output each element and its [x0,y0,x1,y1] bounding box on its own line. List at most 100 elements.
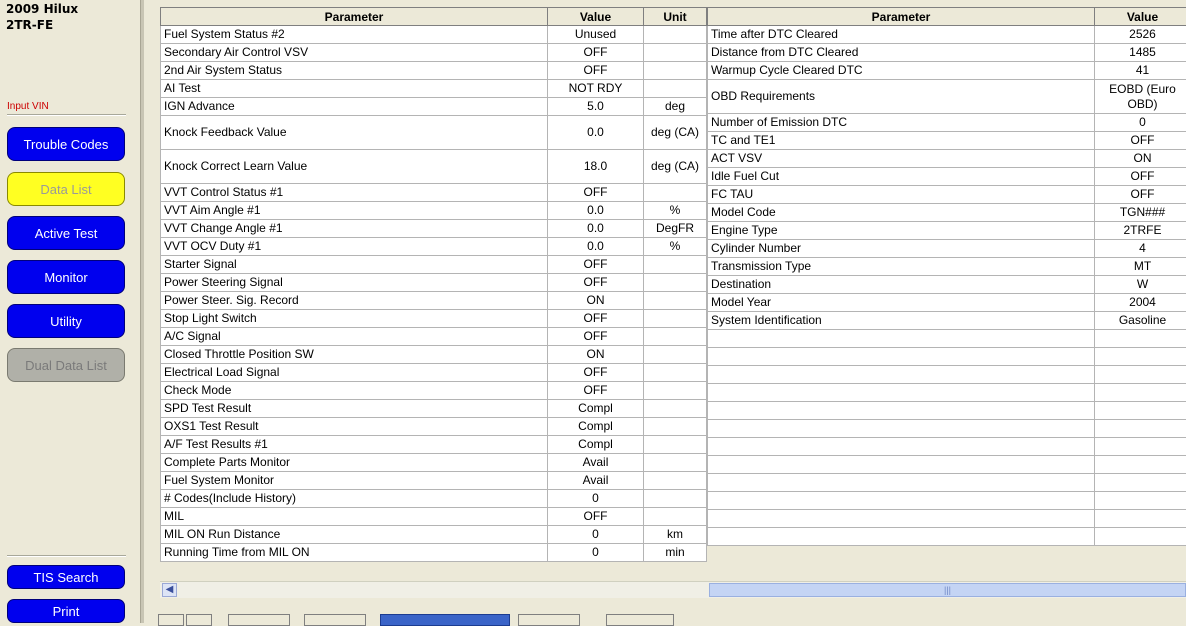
table-row[interactable]: Power Steer. Sig. RecordON [161,292,707,310]
value-cell: 0 [548,526,644,544]
table-row[interactable]: Warmup Cycle Cleared DTC41 [708,62,1186,80]
value-cell: Compl [548,418,644,436]
table-row[interactable]: Knock Feedback Value0.0deg (CA) [161,116,707,150]
tis-search-button[interactable]: TIS Search [7,565,125,589]
table-row[interactable]: OXS1 Test ResultCompl [161,418,707,436]
header-parameter[interactable]: Parameter [708,8,1095,26]
table-row[interactable]: Complete Parts MonitorAvail [161,454,707,472]
table-row[interactable]: # Codes(Include History)0 [161,490,707,508]
header-value[interactable]: Value [548,8,644,26]
table-row[interactable]: Transmission TypeMT [708,258,1186,276]
value-cell: OFF [1095,168,1186,186]
table-row[interactable]: Electrical Load SignalOFF [161,364,707,382]
parameter-cell: Complete Parts Monitor [161,454,548,472]
toolbar-button[interactable] [518,614,580,626]
table-row[interactable]: VVT Change Angle #10.0DegFR [161,220,707,238]
value-cell: 1485 [1095,44,1186,62]
table-row[interactable]: 2nd Air System StatusOFF [161,62,707,80]
parameter-cell: VVT Change Angle #1 [161,220,548,238]
empty-cell [708,456,1095,474]
table-row[interactable]: VVT Aim Angle #10.0% [161,202,707,220]
table-row[interactable]: DestinationW [708,276,1186,294]
horizontal-scrollbar[interactable]: ◀ ||| [160,581,1186,598]
table-row[interactable]: Stop Light SwitchOFF [161,310,707,328]
sidebar-divider[interactable] [140,0,144,623]
unit-cell [644,382,707,400]
toolbar-button[interactable] [606,614,674,626]
table-row[interactable]: OBD RequirementsEOBD (Euro OBD) [708,80,1186,114]
header-parameter[interactable]: Parameter [161,8,548,26]
table-row[interactable]: Check ModeOFF [161,382,707,400]
dual-data-list-button[interactable]: Dual Data List [7,348,125,382]
scroll-thumb[interactable]: ||| [709,583,1186,597]
table-row[interactable]: Engine Type2TRFE [708,222,1186,240]
table-row[interactable]: A/F Test Results #1Compl [161,436,707,454]
monitor-button[interactable]: Monitor [7,260,125,294]
table-row[interactable]: Starter SignalOFF [161,256,707,274]
table-row[interactable]: TC and TE1OFF [708,132,1186,150]
active-test-button[interactable]: Active Test [7,216,125,250]
value-cell: Gasoline [1095,312,1186,330]
value-cell: 2004 [1095,294,1186,312]
table-row[interactable]: Distance from DTC Cleared1485 [708,44,1186,62]
toolbar-button[interactable] [304,614,366,626]
table-row[interactable]: Model CodeTGN### [708,204,1186,222]
header-value[interactable]: Value [1095,8,1186,26]
table-row[interactable]: A/C SignalOFF [161,328,707,346]
table-row[interactable]: System IdentificationGasoline [708,312,1186,330]
data-list-button[interactable]: Data List [7,172,125,206]
toolbar-button[interactable] [228,614,290,626]
parameter-cell: Distance from DTC Cleared [708,44,1095,62]
parameter-cell: VVT Aim Angle #1 [161,202,548,220]
unit-cell: min [644,544,707,562]
empty-cell [708,384,1095,402]
table-row[interactable]: SPD Test ResultCompl [161,400,707,418]
print-button[interactable]: Print [7,599,125,623]
table-row[interactable]: AI TestNOT RDY [161,80,707,98]
table-row[interactable]: Model Year2004 [708,294,1186,312]
parameter-cell: Idle Fuel Cut [708,168,1095,186]
table-row[interactable]: Knock Correct Learn Value18.0deg (CA) [161,150,707,184]
trouble-codes-button[interactable]: Trouble Codes [7,127,125,161]
value-cell: OFF [548,184,644,202]
table-row[interactable]: VVT Control Status #1OFF [161,184,707,202]
toolbar-button[interactable] [158,614,184,626]
empty-row [708,438,1186,456]
empty-row [708,402,1186,420]
unit-cell: km [644,526,707,544]
parameter-cell: Number of Emission DTC [708,114,1095,132]
table-row[interactable]: IGN Advance5.0deg [161,98,707,116]
toolbar-selector[interactable] [380,614,510,626]
input-vin-link[interactable]: Input VIN [7,101,49,112]
value-cell: OFF [548,508,644,526]
table-row[interactable]: ACT VSVON [708,150,1186,168]
table-row[interactable]: Cylinder Number4 [708,240,1186,258]
table-row[interactable]: Fuel System Status #2Unused [161,26,707,44]
table-row[interactable]: Fuel System MonitorAvail [161,472,707,490]
empty-cell [1095,510,1186,528]
unit-cell [644,364,707,382]
table-row[interactable]: Secondary Air Control VSVOFF [161,44,707,62]
table-row[interactable]: Idle Fuel CutOFF [708,168,1186,186]
table-row[interactable]: FC TAUOFF [708,186,1186,204]
unit-cell: deg (CA) [644,116,707,150]
header-unit[interactable]: Unit [644,8,707,26]
utility-button[interactable]: Utility [7,304,125,338]
value-cell: 41 [1095,62,1186,80]
table-row[interactable]: MIL ON Run Distance0km [161,526,707,544]
toolbar-button[interactable] [186,614,212,626]
table-row[interactable]: Running Time from MIL ON0min [161,544,707,562]
table-row[interactable]: VVT OCV Duty #10.0% [161,238,707,256]
parameter-cell: OBD Requirements [708,80,1095,114]
table-row[interactable]: Closed Throttle Position SWON [161,346,707,364]
parameter-cell: A/F Test Results #1 [161,436,548,454]
unit-cell [644,80,707,98]
value-cell: OFF [1095,132,1186,150]
table-row[interactable]: Power Steering SignalOFF [161,274,707,292]
table-row[interactable]: Number of Emission DTC0 [708,114,1186,132]
scroll-left-arrow-icon[interactable]: ◀ [162,583,177,597]
table-row[interactable]: MILOFF [161,508,707,526]
parameter-cell: Closed Throttle Position SW [161,346,548,364]
unit-cell: % [644,238,707,256]
table-row[interactable]: Time after DTC Cleared2526 [708,26,1186,44]
